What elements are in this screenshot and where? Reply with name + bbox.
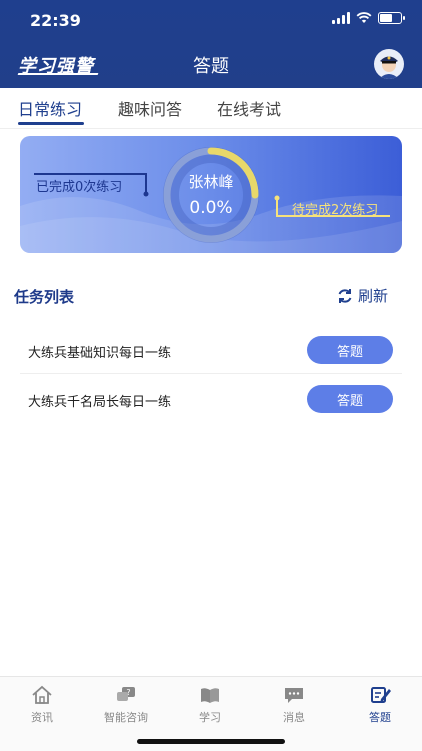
completion-percent: 0.0% [189,198,233,218]
answer-button[interactable]: 答题 [307,336,393,364]
app-header: 22:39 学习强警 答题 [0,0,422,88]
answer-button[interactable]: 答题 [307,385,393,413]
task-list-title: 任务列表 [14,288,75,306]
home-icon [32,685,52,704]
pending-count-text: 待完成2次练习 [292,203,379,218]
active-tab-indicator [18,122,84,125]
wifi-icon [356,12,372,23]
status-icons [332,12,405,24]
chat-question-icon: ? [117,687,135,701]
tab-online-exam[interactable]: 在线考试 [217,96,281,120]
progress-card: 已完成0次练习 待完成2次练习 张林峰 0.0% [20,136,402,253]
nav-label: 资讯 [31,711,53,724]
nav-item-consult[interactable]: ? 智能咨询 [84,685,168,725]
progress-ring [163,147,259,243]
tab-daily-practice[interactable]: 日常练习 [18,96,82,120]
list-item: 大练兵千名局长每日一练 答题 [20,374,402,422]
nav-item-messages[interactable]: 消息 [252,685,336,725]
refresh-button[interactable]: 刷新 [336,285,388,306]
task-name: 大练兵基础知识每日一练 [28,346,172,361]
message-icon [285,688,303,703]
task-name: 大练兵千名局长每日一练 [28,395,172,410]
nav-label: 答题 [369,711,391,724]
svg-text:?: ? [126,688,130,697]
tab-bar: 日常练习 趣味问答 在线考试 [0,88,422,129]
nav-item-study[interactable]: 学习 [168,685,252,725]
nav-label: 智能咨询 [104,711,148,724]
tab-fun-quiz[interactable]: 趣味问答 [118,96,182,120]
nav-item-quiz[interactable]: 答题 [338,685,422,725]
police-avatar-icon [379,56,399,79]
list-item: 大练兵基础知识每日一练 答题 [20,325,402,374]
user-name: 张林峰 [188,173,234,191]
nav-label: 学习 [199,711,221,724]
completed-count-text: 已完成0次练习 [36,180,123,195]
nav-label: 消息 [283,711,305,724]
home-indicator[interactable] [137,739,285,744]
battery-icon [378,12,405,24]
book-icon [201,688,219,703]
page-title: 答题 [193,56,229,77]
status-time: 22:39 [30,11,81,30]
task-list: 大练兵基础知识每日一练 答题 大练兵千名局长每日一练 答题 [20,325,402,422]
edit-icon [371,687,391,703]
avatar[interactable] [374,49,404,79]
nav-item-news[interactable]: 资讯 [0,685,84,725]
signal-icon [332,12,350,24]
refresh-icon [338,288,352,303]
refresh-label: 刷新 [357,287,388,305]
